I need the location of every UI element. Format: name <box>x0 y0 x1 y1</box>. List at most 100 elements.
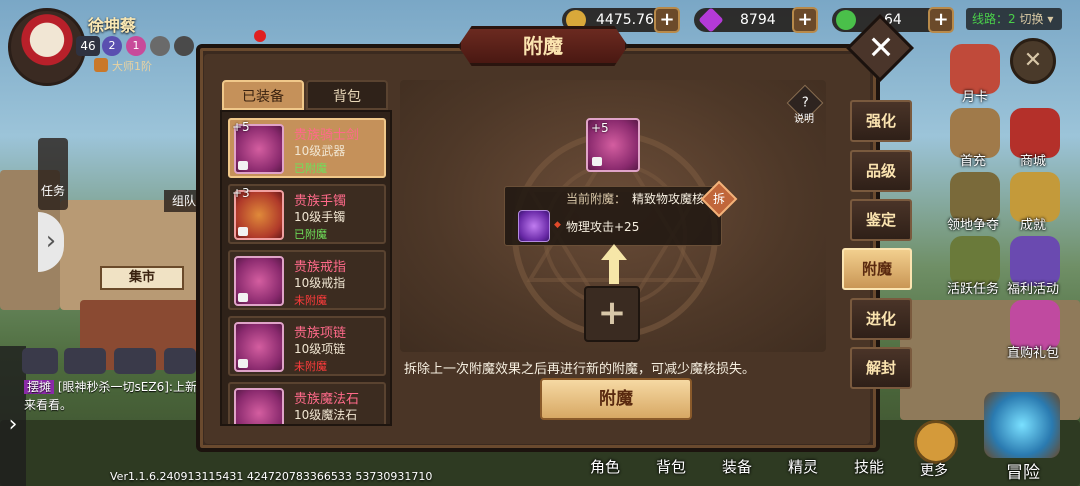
player-avatar[interactable] <box>8 8 86 86</box>
market-sign[interactable]: 集市 <box>100 266 184 290</box>
list-item[interactable]: 贵族项链 10级项链 未附魔 <box>228 316 386 376</box>
more-menu-icon[interactable] <box>914 420 958 464</box>
item-status: 已附魔 <box>294 228 327 241</box>
lock-icon <box>238 293 248 302</box>
achievement-label: 成就 <box>1019 218 1046 233</box>
magic-stone-icon <box>234 388 284 424</box>
remove-label: 拆 <box>712 191 726 206</box>
side-tab-evolve[interactable]: 进化 <box>850 298 912 340</box>
player-level: 46 <box>76 36 100 56</box>
nav-character[interactable]: 角色 <box>590 456 620 477</box>
title-badge[interactable]: 1 <box>126 36 146 56</box>
gem-amount: 8794 <box>740 12 776 28</box>
gift-pack-label: 直购礼包 <box>1006 346 1059 361</box>
chevron-down-icon: ▾ <box>1047 12 1054 26</box>
item-level: 10级武器 <box>294 144 346 158</box>
server-switch[interactable]: 线路：2 切换 ▾ <box>966 8 1062 30</box>
equipment-list[interactable]: +5 贵族骑士剑 10级武器 已附魔 +3 贵族手镯 10级手镯 已附魔 贵族戒… <box>220 110 392 426</box>
welfare-label: 福利活动 <box>1006 282 1059 297</box>
player-rank: 大师1阶 <box>112 60 152 73</box>
shop-label: 商城 <box>1019 154 1046 169</box>
tab-equipped[interactable]: 已装备 <box>222 80 304 110</box>
item-status: 已附魔 <box>294 162 327 175</box>
selected-item-slot: +5 <box>586 118 640 172</box>
item-name: 贵族魔法石 <box>294 392 360 407</box>
chat-tag: 摆摊 <box>24 380 55 394</box>
lock-icon <box>592 157 602 166</box>
bg-house <box>60 200 200 310</box>
item-plus: +3 <box>232 186 250 200</box>
magic-core-icon <box>518 210 550 242</box>
settings-gear-icon[interactable] <box>164 348 196 374</box>
list-item[interactable]: 贵族魔法石 10级魔法石 <box>228 382 386 424</box>
list-item[interactable]: 贵族戒指 10级戒指 未附魔 <box>228 250 386 310</box>
hint-text: 拆除上一次附魔效果之后再进行新的附魔，可减少魔核损失。 <box>404 362 756 377</box>
task-label: 任务 <box>40 184 65 198</box>
nav-skill[interactable]: 技能 <box>854 456 884 477</box>
nav-sprite[interactable]: 精灵 <box>788 456 818 477</box>
side-tab-unseal[interactable]: 解封 <box>850 347 912 389</box>
gem-icon <box>698 7 724 33</box>
item-name: 贵族骑士剑 <box>294 128 360 143</box>
chat-message[interactable]: 摆摊 [眼神秒杀一切sEZ6]:上新 来看看。 <box>24 378 204 414</box>
side-tab-strengthen[interactable]: 强化 <box>850 100 912 142</box>
item-name: 贵族项链 <box>294 326 347 341</box>
help-label: 说明 <box>794 114 814 125</box>
crossed-swords-icon[interactable]: ✕ <box>1010 38 1056 84</box>
item-status: 未附魔 <box>294 360 327 373</box>
add-magic-core-slot[interactable]: + <box>584 286 640 342</box>
side-tab-grade[interactable]: 品级 <box>850 150 912 192</box>
up-arrow-icon <box>601 244 627 284</box>
list-item[interactable]: +3 贵族手镯 10级手镯 已附魔 <box>228 184 386 244</box>
tab-bag[interactable]: 背包 <box>306 80 388 110</box>
server-switch-label: 切换 <box>1019 12 1044 26</box>
vip-badge[interactable]: 2 <box>102 36 122 56</box>
close-icon: ✕ <box>867 28 895 67</box>
item-name: 贵族手镯 <box>294 194 347 209</box>
item-level: 10级项链 <box>294 342 346 356</box>
chat-text: [眼神秒杀一切sEZ6]:上新 <box>57 380 197 394</box>
chat-text-2: 来看看。 <box>24 398 73 412</box>
gem-currency: 8794 + <box>694 7 818 33</box>
honor-icon[interactable] <box>150 36 170 56</box>
nav-equipment[interactable]: 装备 <box>722 456 752 477</box>
side-tab-identify[interactable]: 鉴定 <box>850 199 912 241</box>
current-enchant-value: 精致物攻魔核 <box>632 192 705 206</box>
stat-bullet-icon: ◆ <box>554 220 561 230</box>
version-text: Ver1.1.6.240913115431 424720783366533 53… <box>110 470 433 483</box>
list-item[interactable]: +5 贵族骑士剑 10级武器 已附魔 <box>228 118 386 178</box>
enchant-stat: 物理攻击+25 <box>566 220 640 234</box>
item-level: 10级手镯 <box>294 210 346 224</box>
selected-item-plus: +5 <box>591 121 609 135</box>
stamina-heart-icon <box>836 10 856 30</box>
lock-icon <box>238 359 248 368</box>
monthly-card-label: 月卡 <box>961 90 988 105</box>
server-label: 线路：2 <box>972 12 1016 26</box>
nav-adventure[interactable]: 冒险 <box>1006 458 1040 483</box>
friends-icon[interactable] <box>114 348 156 374</box>
add-stamina-button[interactable]: + <box>928 7 954 33</box>
lock-icon <box>238 227 248 236</box>
task-tab[interactable]: 任务 <box>38 138 68 210</box>
item-name: 贵族戒指 <box>294 260 347 275</box>
lock-icon <box>238 161 248 170</box>
enchant-button[interactable]: 附魔 <box>540 378 692 420</box>
nav-bag[interactable]: 背包 <box>656 456 686 477</box>
current-enchant-label: 当前附魔： <box>566 192 627 206</box>
panel-title: 附魔 <box>458 26 628 66</box>
chat-bubble-icon[interactable] <box>22 348 58 374</box>
item-plus: +5 <box>232 120 250 134</box>
rank-icon <box>94 58 108 72</box>
medal-icon[interactable] <box>174 36 194 56</box>
add-gem-button[interactable]: + <box>792 7 818 33</box>
mail-icon[interactable] <box>64 348 106 374</box>
add-gold-button[interactable]: + <box>654 7 680 33</box>
adventure-portal-icon[interactable] <box>984 392 1060 458</box>
nav-more[interactable]: 更多 <box>920 460 948 480</box>
item-level: 10级魔法石 <box>294 408 358 422</box>
notification-dot-icon <box>254 30 266 42</box>
side-tab-enchant[interactable]: 附魔 <box>842 248 912 290</box>
item-level: 10级戒指 <box>294 276 346 290</box>
item-status: 未附魔 <box>294 294 327 307</box>
player-name: 徐坤蔡 <box>88 16 137 35</box>
